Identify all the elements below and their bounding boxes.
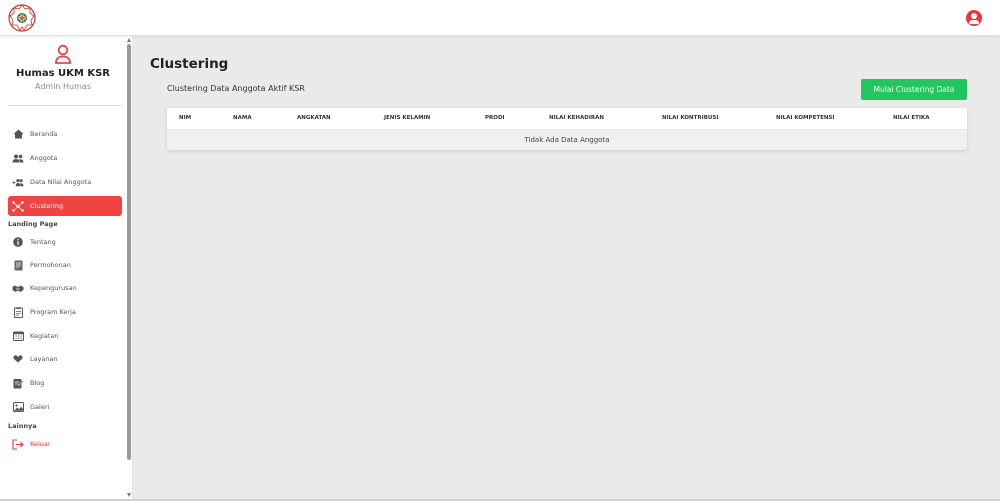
section-title-lainnya: Lainnya: [8, 422, 37, 430]
sidebar-item-label: Permohonan: [30, 261, 71, 269]
sidebar-item-label: Program Kerja: [30, 308, 76, 316]
column-header-prodi: PRODI: [485, 115, 505, 121]
empty-table-row: Tidak Ada Data Anggota: [167, 129, 967, 150]
table-header: NIM NAMA ANGKATAN JENIS KELAMIN PRODI NI…: [167, 108, 967, 129]
top-bar: [0, 0, 1000, 36]
sidebar-item-program-kerja[interactable]: Program Kerja: [8, 302, 122, 322]
sidebar-item-label: Beranda: [30, 130, 58, 138]
user-account-icon[interactable]: [966, 10, 982, 26]
sidebar-item-label: Keluar: [30, 440, 51, 448]
users-icon: [12, 153, 24, 164]
sidebar-item-label: Kegiatan: [30, 332, 59, 340]
sidebar-item-blog[interactable]: Blog: [8, 373, 122, 393]
sidebar-item-beranda[interactable]: Beranda: [8, 124, 122, 144]
sidebar-scrollbar[interactable]: [126, 36, 132, 501]
column-header-nilai-etika: NILAI ETIKA: [893, 115, 930, 121]
column-header-nilai-kompetensi: NILAI KOMPETENSI: [776, 115, 835, 121]
user-outline-icon: [55, 44, 71, 64]
calendar-icon: [12, 331, 24, 342]
ukm-ksr-logo[interactable]: [8, 3, 36, 33]
scrollbar-thumb[interactable]: [127, 44, 131, 460]
heart-hand-icon: [12, 354, 24, 365]
handshake-icon: [12, 283, 24, 294]
scroll-up-arrow-icon[interactable]: [127, 38, 131, 42]
sidebar-item-label: Tentang: [30, 238, 56, 246]
edit-icon: [12, 378, 24, 389]
divider: [8, 105, 122, 106]
sidebar-item-layanan[interactable]: Layanan: [8, 349, 122, 369]
sidebar-item-kepengurusan[interactable]: Kepengurusan: [8, 278, 122, 298]
sidebar-item-label: Anggota: [30, 154, 58, 162]
user-plus-icon: [12, 177, 24, 188]
sidebar-item-label: Data Nilai Anggota: [30, 178, 92, 186]
sidebar-item-label: Kepengurusan: [30, 284, 77, 292]
info-icon: [12, 237, 24, 248]
profile-name: Humas UKM KSR: [15, 68, 111, 79]
main-content: Clustering Clustering Data Anggota Aktif…: [134, 36, 1000, 501]
column-header-angkatan: ANGKATAN: [297, 115, 331, 121]
sidebar-item-galeri[interactable]: Galeri: [8, 397, 122, 417]
column-header-jenis-kelamin: JENIS KELAMIN: [384, 115, 431, 121]
sidebar-item-label: Clustering: [30, 202, 64, 210]
logout-icon: [12, 438, 24, 450]
image-icon: [12, 402, 24, 413]
sidebar-item-tentang[interactable]: Tentang: [8, 232, 122, 252]
cluster-icon: [12, 200, 24, 212]
column-header-nilai-kehadiran: NILAI KEHADIRAN: [549, 115, 604, 121]
section-subtitle: Clustering Data Anggota Aktif KSR: [167, 84, 305, 93]
members-table: NIM NAMA ANGKATAN JENIS KELAMIN PRODI NI…: [167, 108, 967, 150]
home-icon: [12, 129, 24, 140]
sidebar-item-permohonan[interactable]: Permohonan: [8, 255, 122, 275]
section-title-landing-page: Landing Page: [8, 220, 58, 228]
scroll-down-arrow-icon[interactable]: [127, 493, 131, 497]
clipboard-icon: [12, 306, 24, 318]
sidebar-item-data-nilai-anggota[interactable]: Data Nilai Anggota: [8, 172, 122, 192]
profile-section: Humas UKM KSR Admin Humas: [0, 44, 126, 91]
sidebar-item-label: Blog: [30, 379, 45, 387]
sidebar-item-anggota[interactable]: Anggota: [8, 148, 122, 168]
page-title: Clustering: [150, 56, 229, 72]
sidebar: Humas UKM KSR Admin Humas Beranda Anggot…: [0, 36, 133, 501]
sidebar-item-label: Layanan: [30, 355, 58, 363]
column-header-nilai-kontribusi: NILAI KONTRIBUSI: [662, 115, 719, 121]
start-clustering-button[interactable]: Mulai Clustering Data: [861, 79, 967, 100]
profile-role: Admin Humas: [35, 82, 91, 91]
sidebar-item-label: Galeri: [30, 403, 50, 411]
column-header-nama: NAMA: [233, 115, 252, 121]
sidebar-item-kegiatan[interactable]: Kegiatan: [8, 326, 122, 346]
sidebar-item-keluar[interactable]: Keluar: [8, 434, 122, 454]
column-header-nim: NIM: [179, 115, 192, 121]
sidebar-item-clustering[interactable]: Clustering: [8, 196, 122, 216]
document-icon: [12, 260, 24, 271]
